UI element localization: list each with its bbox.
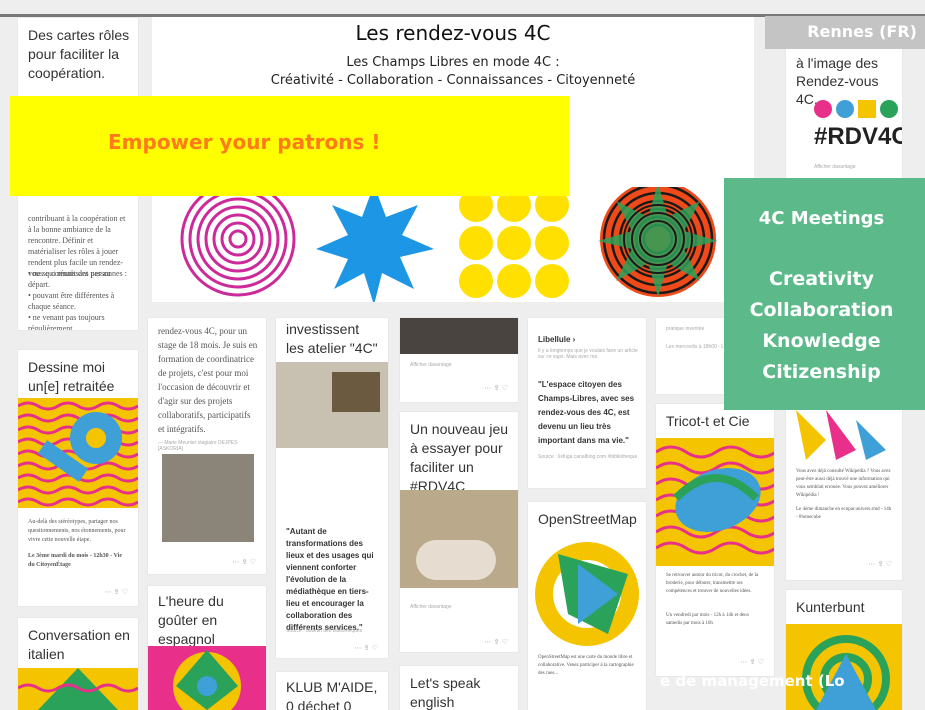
yellow-dots-icon bbox=[459, 188, 569, 298]
pin-card-conversation[interactable]: Conversation en italien bbox=[18, 618, 138, 710]
pin-image bbox=[786, 410, 902, 460]
pin-card-heure[interactable]: L'heure du goûter en espagnol bbox=[148, 586, 266, 710]
pin-title: Kunterbunt bbox=[796, 599, 865, 615]
pin-card-nouveau[interactable]: Un nouveau jeu à essayer pour faciliter … bbox=[400, 412, 518, 652]
pin-meta[interactable]: Afficher davantage bbox=[814, 164, 894, 170]
pin-image bbox=[18, 398, 138, 508]
pin-title: Des cartes rôles pour faciliter la coopé… bbox=[28, 27, 130, 81]
pin-image bbox=[786, 624, 902, 710]
pin-title: Let's speak english bbox=[410, 675, 481, 710]
pin-actions[interactable]: ⋯ ⇪ ♡ bbox=[740, 658, 764, 666]
pin-meta: — Marie Meunier stagiaire DEJPES [ASKORI… bbox=[158, 440, 238, 452]
slide-subtitle-themes: Créativité - Collaboration - Connaissanc… bbox=[270, 73, 636, 88]
pin-text: • ne se connaissant pas au départ. • pouv… bbox=[28, 269, 115, 330]
pin-image bbox=[416, 540, 496, 580]
pin-card-stage[interactable]: rendez-vous 4C, pour un stage de 18 mois… bbox=[148, 318, 266, 574]
green-banner: 4C Meetings Creativity Collaboration Kno… bbox=[724, 178, 925, 410]
pin-image bbox=[148, 646, 266, 710]
bottom-caption-fragment: e de management (Lo bbox=[660, 672, 845, 690]
pin-text: Vous avez déjà consulté Wikipédia ? Vous… bbox=[796, 469, 891, 498]
pin-title: Conversation en italien bbox=[28, 627, 130, 662]
pin-card-partial-top[interactable]: Afficher davantage ⋯ ⇪ ♡ bbox=[400, 318, 518, 402]
slide-subtitle: Les Champs Libres en mode 4C : bbox=[346, 55, 560, 70]
pin-card-espace[interactable]: Libellule › Il y a longtemps que je voul… bbox=[528, 318, 646, 488]
pin-image bbox=[528, 534, 646, 650]
pin-meta: Source : lisfuga.canalblog.com #biblioth… bbox=[538, 454, 638, 460]
pin-card-klub[interactable]: KLUB M'AIDE, 0 déchet 0 prise bbox=[276, 672, 388, 710]
slide-title: Les rendez-vous 4C bbox=[355, 21, 551, 45]
pin-card-dessine[interactable]: Dessine moi un[e] retraitée Au-delà des … bbox=[18, 350, 138, 606]
location-badge: Rennes (FR) bbox=[765, 16, 925, 49]
pin-image bbox=[332, 372, 380, 412]
pin-card-atelier[interactable]: investissent les atelier "4C" "Autant de… bbox=[276, 318, 388, 658]
pin-meta: Le 3ème mardi du mois - 12h30 - Vie du C… bbox=[28, 553, 122, 568]
pin-quote: "Autant de transformations des lieux et … bbox=[286, 527, 374, 632]
pin-meta[interactable]: Afficher davantage bbox=[410, 604, 510, 610]
yellow-banner-text: Empower your patrons ! bbox=[108, 130, 381, 154]
pin-image bbox=[814, 100, 832, 118]
pin-meta: Il y a longtemps que je voulais faire un… bbox=[538, 348, 638, 360]
pin-image bbox=[656, 438, 774, 566]
location-label: Rennes (FR) bbox=[807, 22, 917, 41]
pin-title: Un nouveau jeu à essayer pour faciliter … bbox=[410, 421, 509, 494]
pin-image bbox=[836, 100, 854, 118]
pin-text: Au-delà des stéréotypes, partager nos qu… bbox=[28, 519, 126, 543]
pin-image bbox=[18, 668, 138, 710]
pin-card-letsspeak[interactable]: Let's speak english bbox=[400, 666, 518, 710]
pin-image bbox=[400, 318, 518, 354]
pin-actions[interactable]: ⋯ ⇪ ♡ bbox=[868, 560, 892, 568]
pin-card-osm[interactable]: OpenStreetMap OpenStreetMap est une cart… bbox=[528, 502, 646, 710]
pin-title: Tricot-t et Cie bbox=[666, 413, 750, 429]
hashtag: #RDV4C bbox=[814, 123, 902, 150]
pin-image bbox=[880, 100, 898, 118]
green-banner-line: Collaboration bbox=[749, 299, 894, 321]
pin-meta: Source : bulletin des bibliothèques bbox=[286, 628, 363, 634]
four-c-shapes bbox=[152, 187, 724, 302]
pin-actions[interactable]: ⋯ ⇪ ♡ bbox=[484, 384, 508, 392]
pin-actions[interactable]: ⋯ ⇪ ♡ bbox=[104, 588, 128, 596]
pin-text: rendez-vous 4C, pour un stage de 18 mois… bbox=[158, 326, 258, 434]
pin-title: OpenStreetMap bbox=[538, 511, 637, 527]
pin-actions[interactable]: ⋯ ⇪ ♡ bbox=[232, 558, 256, 566]
pin-card-kunterbunt[interactable]: Kunterbunt bbox=[786, 590, 902, 710]
pin-title: Libellule › bbox=[538, 335, 576, 344]
green-banner-line: Creativity bbox=[769, 268, 874, 290]
green-banner-title: 4C Meetings bbox=[758, 208, 885, 229]
green-banner-line: Citizenship bbox=[762, 361, 881, 383]
pin-text: Un vendredi par mois - 12h à 14h et deux… bbox=[666, 613, 750, 626]
pin-title: Dessine moi un[e] retraitée bbox=[28, 359, 115, 394]
pin-card-tricot[interactable]: Tricot-t et Cie Se retrouver autour du t… bbox=[656, 404, 774, 676]
green-banner-line: Knowledge bbox=[762, 330, 881, 352]
pin-title: investissent les atelier "4C" bbox=[286, 321, 378, 356]
pin-meta[interactable]: Afficher davantage bbox=[410, 362, 510, 368]
pin-title: KLUB M'AIDE, 0 déchet 0 prise bbox=[286, 679, 378, 710]
yellow-banner: Empower your patrons ! bbox=[10, 96, 569, 196]
pin-image bbox=[162, 454, 254, 542]
pin-actions[interactable]: ⋯ ⇪ ♡ bbox=[354, 644, 378, 652]
pin-text: Le 4ème dimanche en ecopar.univers.rmd -… bbox=[796, 507, 892, 520]
pin-text: OpenStreetMap est une carte du monde lib… bbox=[538, 655, 634, 676]
slide: Des cartes rôles pour faciliter la coopé… bbox=[0, 0, 925, 710]
pin-card-wikipedia[interactable]: Vous avez déjà consulté Wikipédia ? Vous… bbox=[786, 410, 902, 580]
pin-title: L'heure du goûter en espagnol bbox=[158, 593, 224, 647]
pin-actions[interactable]: ⋯ ⇪ ♡ bbox=[484, 638, 508, 646]
pin-text: Se retrouver autour du tricot, du croche… bbox=[666, 573, 759, 594]
pin-quote: "L'espace citoyen des Champs-Libres, ave… bbox=[538, 380, 635, 445]
pin-image bbox=[858, 100, 876, 118]
